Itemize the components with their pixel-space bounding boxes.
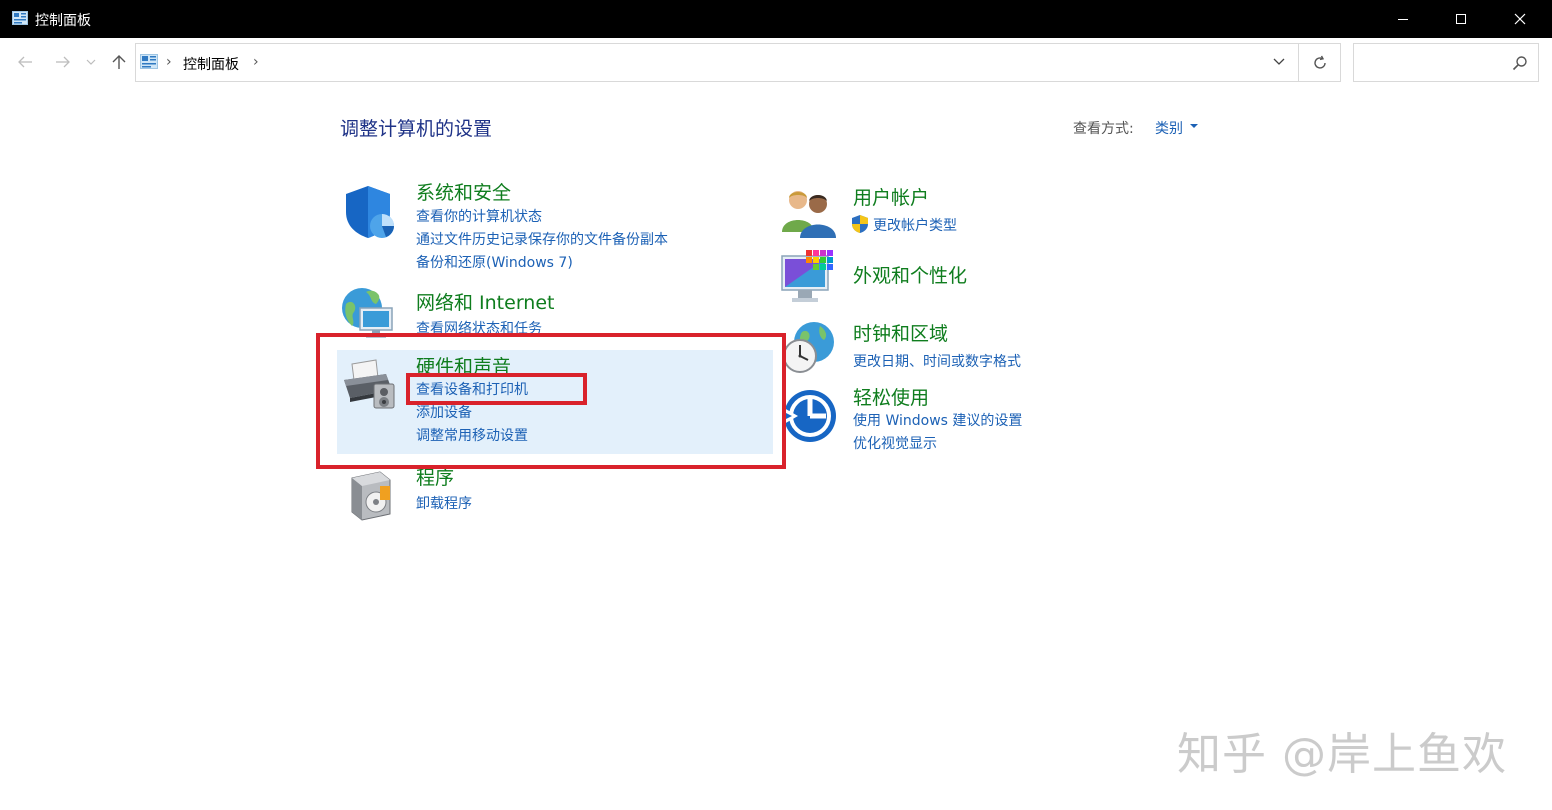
- title-bar: 控制面板: [0, 0, 1552, 38]
- watermark: 知乎 @岸上鱼欢: [1177, 729, 1507, 780]
- window-title: 控制面板: [35, 13, 91, 29]
- refresh-icon: [1314, 55, 1326, 69]
- up-arrow-icon: [112, 55, 126, 69]
- address-history-dropdown[interactable]: [1269, 52, 1289, 72]
- recent-chevron-icon: [86, 59, 96, 65]
- chevron-down-icon: [1273, 58, 1285, 65]
- category-ease-of-access[interactable]: 轻松使用: [853, 383, 929, 410]
- maximize-icon: [1456, 14, 1466, 24]
- link-view-network-status[interactable]: 查看网络状态和任务: [416, 318, 542, 334]
- link-optimize-visual-display[interactable]: 优化视觉显示: [853, 433, 937, 453]
- link-windows-recommended-settings[interactable]: 使用 Windows 建议的设置: [853, 410, 1022, 430]
- ease-of-access-icon[interactable]: [780, 386, 836, 442]
- programs-box-icon[interactable]: [346, 466, 402, 522]
- minimize-icon: [1398, 19, 1408, 20]
- address-bar[interactable]: › 控制面板 ›: [135, 43, 1341, 82]
- view-by-dropdown[interactable]: 类别: [1155, 118, 1183, 138]
- link-file-history-backup[interactable]: 通过文件历史记录保存你的文件备份副本: [416, 229, 668, 249]
- page-title: 调整计算机的设置: [340, 118, 493, 140]
- annotation-box-devices-printers: [406, 373, 587, 405]
- maximize-button[interactable]: [1432, 0, 1490, 38]
- close-icon: [1514, 13, 1526, 25]
- control-panel-icon: [12, 11, 28, 25]
- back-button[interactable]: [15, 52, 35, 72]
- refresh-button[interactable]: [1308, 52, 1332, 74]
- link-view-computer-status[interactable]: 查看你的计算机状态: [416, 206, 542, 226]
- shield-icon[interactable]: [342, 184, 398, 240]
- category-user-accounts[interactable]: 用户帐户: [853, 183, 929, 210]
- recent-locations-button[interactable]: [84, 52, 98, 72]
- category-network-internet[interactable]: 网络和 Internet: [416, 288, 554, 315]
- forward-arrow-icon: [56, 56, 70, 68]
- link-uninstall-program[interactable]: 卸载程序: [416, 493, 472, 513]
- clock-globe-icon[interactable]: [780, 320, 836, 376]
- address-divider: [1298, 44, 1299, 81]
- category-appearance-personalization[interactable]: 外观和个性化: [853, 261, 967, 288]
- link-backup-restore-win7[interactable]: 备份和还原(Windows 7): [416, 252, 573, 272]
- link-change-account-type[interactable]: 更改帐户类型: [873, 215, 957, 235]
- search-icon: [1512, 56, 1527, 71]
- category-clock-region[interactable]: 时钟和区域: [853, 319, 948, 346]
- close-button[interactable]: [1491, 0, 1549, 38]
- forward-button[interactable]: [53, 52, 73, 72]
- link-change-date-time-format[interactable]: 更改日期、时间或数字格式: [853, 351, 1021, 371]
- uac-shield-icon: [852, 215, 868, 233]
- display-palette-icon[interactable]: [780, 250, 836, 306]
- view-by-arrow-icon[interactable]: [1190, 124, 1198, 128]
- search-input[interactable]: [1353, 43, 1539, 82]
- breadcrumb-separator[interactable]: ›: [253, 54, 259, 70]
- breadcrumb-separator[interactable]: ›: [166, 54, 172, 70]
- category-system-security[interactable]: 系统和安全: [416, 178, 511, 205]
- up-button[interactable]: [109, 52, 129, 72]
- back-arrow-icon: [18, 56, 32, 68]
- view-by-label: 查看方式:: [1073, 121, 1134, 137]
- control-panel-icon: [140, 54, 158, 69]
- minimize-button[interactable]: [1374, 0, 1432, 38]
- breadcrumb-control-panel[interactable]: 控制面板: [183, 54, 239, 74]
- users-icon[interactable]: [780, 184, 836, 240]
